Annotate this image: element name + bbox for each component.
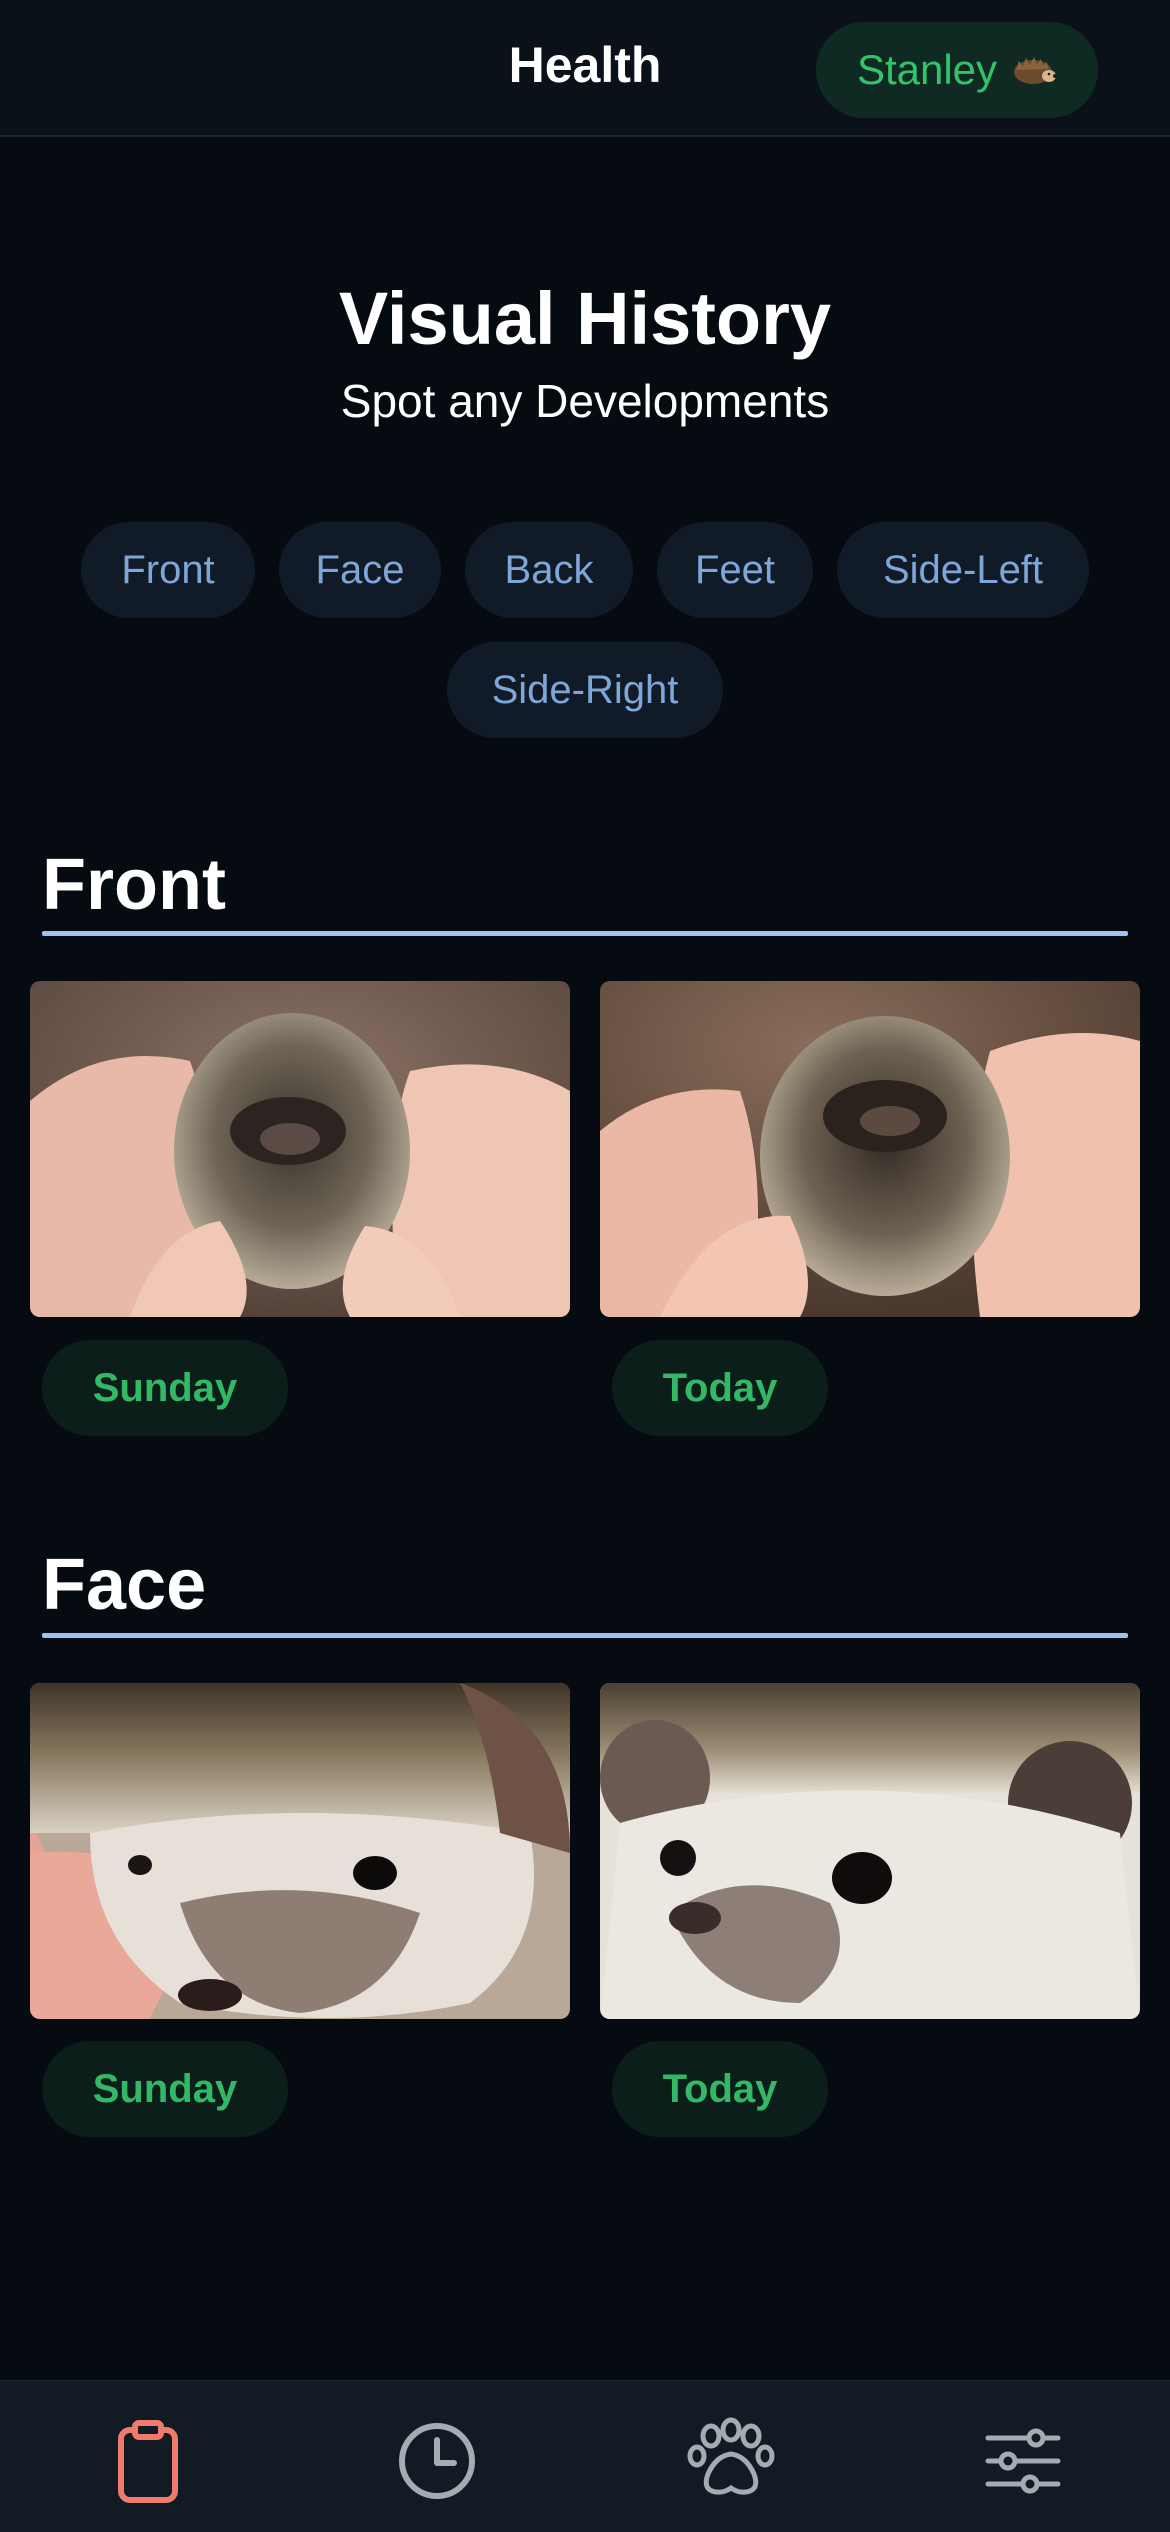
filter-chip-back[interactable]: Back (465, 522, 633, 618)
date-badge: Sunday (42, 1340, 288, 1436)
clock-icon (399, 2423, 475, 2499)
paw-icon (687, 2417, 775, 2495)
tab-pets[interactable] (681, 2411, 781, 2511)
date-badge: Today (612, 2041, 828, 2137)
section-divider (42, 1633, 1128, 1638)
hedgehog-photo-image (600, 981, 1140, 1317)
bottom-tab-bar (0, 2380, 1170, 2532)
hedgehog-photo-image (30, 981, 570, 1317)
tab-history[interactable] (387, 2411, 487, 2511)
sliders-icon (985, 2428, 1061, 2494)
hedgehog-photo-image (600, 1683, 1140, 2019)
pet-name: Stanley (856, 46, 998, 93)
section-divider (42, 931, 1128, 936)
face-photo-today[interactable] (600, 1683, 1140, 2019)
visual-history-title: Visual History (338, 277, 832, 360)
filter-chip-front[interactable]: Front (81, 522, 255, 618)
visual-history-subtitle: Spot any Developments (340, 375, 830, 427)
hedgehog-emoji-icon (1014, 57, 1058, 84)
section-title-front: Front (42, 845, 226, 925)
tab-health[interactable] (98, 2411, 198, 2511)
top-bar: Health Stanley (0, 0, 1170, 137)
front-photo-sunday[interactable] (30, 981, 570, 1317)
filter-chip-side-right[interactable]: Side-Right (447, 642, 723, 738)
clipboard-icon (118, 2420, 178, 2503)
health-screen: Health Stanley Visual History Spot any D… (0, 0, 1170, 2532)
date-badge: Sunday (42, 2041, 288, 2137)
hedgehog-photo-image (30, 1683, 570, 2019)
filter-chip-face[interactable]: Face (279, 522, 441, 618)
pet-selector-button[interactable]: Stanley (816, 22, 1098, 118)
filter-chip-side-left[interactable]: Side-Left (837, 522, 1089, 618)
tab-settings[interactable] (973, 2411, 1073, 2511)
front-photo-today[interactable] (600, 981, 1140, 1317)
filter-chip-feet[interactable]: Feet (657, 522, 813, 618)
date-badge: Today (612, 1340, 828, 1436)
face-photo-sunday[interactable] (30, 1683, 570, 2019)
section-title-face: Face (42, 1545, 207, 1625)
